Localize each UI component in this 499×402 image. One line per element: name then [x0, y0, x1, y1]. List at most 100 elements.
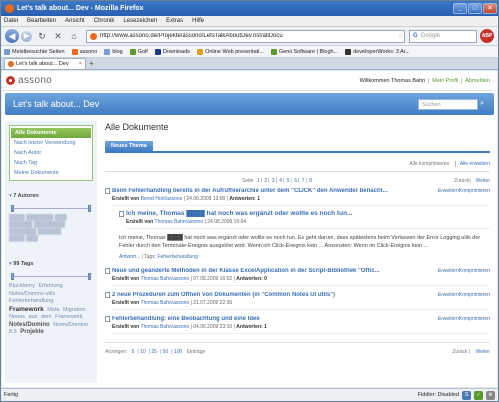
reload-icon[interactable]: ↻ [36, 30, 48, 42]
bookmark-item[interactable]: assono [71, 48, 97, 55]
next-link[interactable]: Weiter [476, 178, 490, 184]
tag-link[interactable]: Projekte [20, 329, 44, 335]
page-link[interactable]: 4 [279, 178, 282, 184]
collapse-link[interactable]: Komprimieren [459, 292, 490, 298]
bookmark-item[interactable]: Golf [129, 48, 148, 55]
per-page-link[interactable]: 5 [132, 349, 135, 355]
addon-icon[interactable]: ✓ [474, 390, 483, 400]
tag-link[interactable]: Meta [47, 307, 59, 313]
collapse-all-link[interactable]: Alle komprimieren [409, 161, 449, 167]
back-link[interactable]: Zurück [454, 178, 469, 184]
search-icon[interactable]: ⌕ [480, 100, 489, 109]
bookmark-star-icon[interactable]: ☆ [398, 32, 404, 40]
page-link[interactable]: 5 [287, 178, 290, 184]
menu-lesezeichen[interactable]: Lesezeichen [123, 18, 157, 24]
bookmark-item[interactable]: developerWorks: 3 Ar... [345, 48, 410, 55]
tab-close-icon[interactable]: × [79, 61, 82, 67]
fiddler-status[interactable]: Fiddler: Disabled [418, 392, 459, 398]
stop-icon[interactable]: ✕ [52, 30, 64, 42]
page-link[interactable]: 3 [272, 178, 275, 184]
nav-item-by-author[interactable]: Nach Autor [10, 148, 92, 158]
nav-item-all-documents[interactable]: Alle Dokumente [11, 128, 91, 138]
nav-item-my-documents[interactable]: Meine Dokumente [10, 168, 92, 178]
new-tab-button[interactable]: + [89, 59, 94, 69]
tag-link[interactable]: Notes/Domino [9, 322, 50, 328]
expand-link[interactable]: Erweitern [438, 268, 459, 274]
page-link[interactable]: 8 [309, 178, 312, 184]
expand-all-link[interactable]: Alle erweitern [454, 161, 490, 167]
authors-slider[interactable] [11, 205, 91, 212]
author-link[interactable]: Thomas Bahn/assono [141, 300, 190, 306]
document-title-link[interactable]: Beim Fehlerhandling bereits in der Aufru… [105, 188, 490, 194]
per-page-link[interactable]: 10 [140, 349, 146, 355]
per-page-link[interactable]: 100 [174, 349, 182, 355]
menu-ansicht[interactable]: Ansicht [65, 18, 85, 24]
back-link[interactable]: Zurück [452, 349, 467, 355]
menu-chronik[interactable]: Chronik [94, 18, 115, 24]
authors-heading[interactable]: 7 Autoren [9, 193, 93, 199]
page-link[interactable]: 1 [257, 178, 260, 184]
skype-icon[interactable]: S [462, 390, 471, 400]
tags-heading[interactable]: 99 Tags [9, 261, 93, 267]
menu-extras[interactable]: Extras [166, 18, 183, 24]
site-search-input[interactable]: Suchen [418, 98, 478, 110]
expand-link[interactable]: Erweitern [438, 292, 459, 298]
menu-datei[interactable]: Datei [4, 18, 18, 24]
expand-link[interactable]: Erweitern [438, 188, 459, 194]
reply-title-link[interactable]: Ich meine, Thomas ████ hat noch was ergä… [119, 210, 490, 217]
site-logo[interactable]: assono [6, 75, 52, 86]
tag-link[interactable]: Fehlerbehandlung [9, 298, 53, 304]
tag-link[interactable]: Migration [63, 307, 86, 313]
author-link[interactable]: Thomas Bahn/assono [155, 219, 204, 225]
slider-handle-right[interactable] [88, 205, 91, 212]
bookmark-item[interactable]: Downloads [154, 48, 190, 55]
bookmark-item[interactable]: Genii Software | Blogh... [270, 48, 338, 55]
slider-handle-left[interactable] [11, 273, 14, 280]
author-link[interactable]: Bernd Hort/assono [141, 196, 183, 202]
profile-link[interactable]: Mein Profil [428, 77, 461, 84]
next-link[interactable]: Weiter [476, 349, 490, 355]
home-icon[interactable]: ⌂ [68, 30, 80, 42]
search-bar[interactable]: G Google [409, 29, 477, 43]
tag-link[interactable]: dem [41, 314, 52, 320]
tag-link[interactable]: Fehlerbehandlung [157, 254, 197, 260]
bookmark-item[interactable]: blog [104, 48, 123, 55]
page-link[interactable]: 7 [302, 178, 305, 184]
answer-link[interactable]: Antwort... [119, 254, 140, 260]
forward-button[interactable]: ▶ [21, 30, 32, 42]
tag-link[interactable]: Framework [9, 306, 44, 313]
slider-handle-left[interactable] [11, 205, 14, 212]
author-link[interactable]: Thomas Bahn/assono [141, 324, 190, 330]
back-button[interactable]: ◀ [5, 29, 19, 43]
author-link[interactable]: Thomas Bahn/assono [141, 276, 190, 282]
address-bar[interactable]: http://www.assono.de/Projekte/assono/Let… [86, 29, 405, 43]
tag-link[interactable]: Erfahrung [39, 283, 63, 289]
tag-link[interactable]: Blackberry [9, 283, 35, 289]
settings-icon[interactable]: ⚙ [486, 390, 495, 400]
logout-link[interactable]: Abmelden [461, 77, 493, 84]
tag-link[interactable]: Framework [55, 314, 83, 320]
expand-link[interactable]: Erweitern [438, 316, 459, 322]
maximize-button[interactable]: □ [468, 3, 482, 14]
document-title-link[interactable]: Neue und geänderte Methoden in der Klass… [105, 268, 490, 274]
per-page-link[interactable]: 25 [151, 349, 157, 355]
tag-link[interactable]: Notes/Domino utils [9, 291, 55, 297]
collapse-link[interactable]: Komprimieren [459, 268, 490, 274]
menu-hilfe[interactable]: Hilfe [192, 18, 204, 24]
tab-current[interactable]: Let's talk about... Dev × [4, 58, 86, 69]
tags-slider[interactable] [11, 273, 91, 280]
page-link[interactable]: 6 [294, 178, 297, 184]
new-topic-button[interactable]: Neues Thema [105, 141, 153, 151]
bookmark-item[interactable]: Online Web presentati... [197, 48, 264, 55]
menu-bearbeiten[interactable]: Bearbeiten [27, 18, 56, 24]
close-button[interactable]: × [483, 3, 497, 14]
slider-handle-right[interactable] [88, 273, 91, 280]
collapse-link[interactable]: Komprimieren [459, 316, 490, 322]
adblock-icon[interactable]: ABP [480, 29, 494, 43]
collapse-link[interactable]: Komprimieren [459, 188, 490, 194]
bookmark-item[interactable]: Meistbesuchte Seiten [4, 48, 65, 55]
nav-item-by-tag[interactable]: Nach Tag [10, 158, 92, 168]
per-page-link[interactable]: 50 [163, 349, 169, 355]
document-title-link[interactable]: 2 neue Prozeduren zum Öffnen von Dokumen… [105, 292, 490, 298]
page-link[interactable]: 2 [264, 178, 267, 184]
